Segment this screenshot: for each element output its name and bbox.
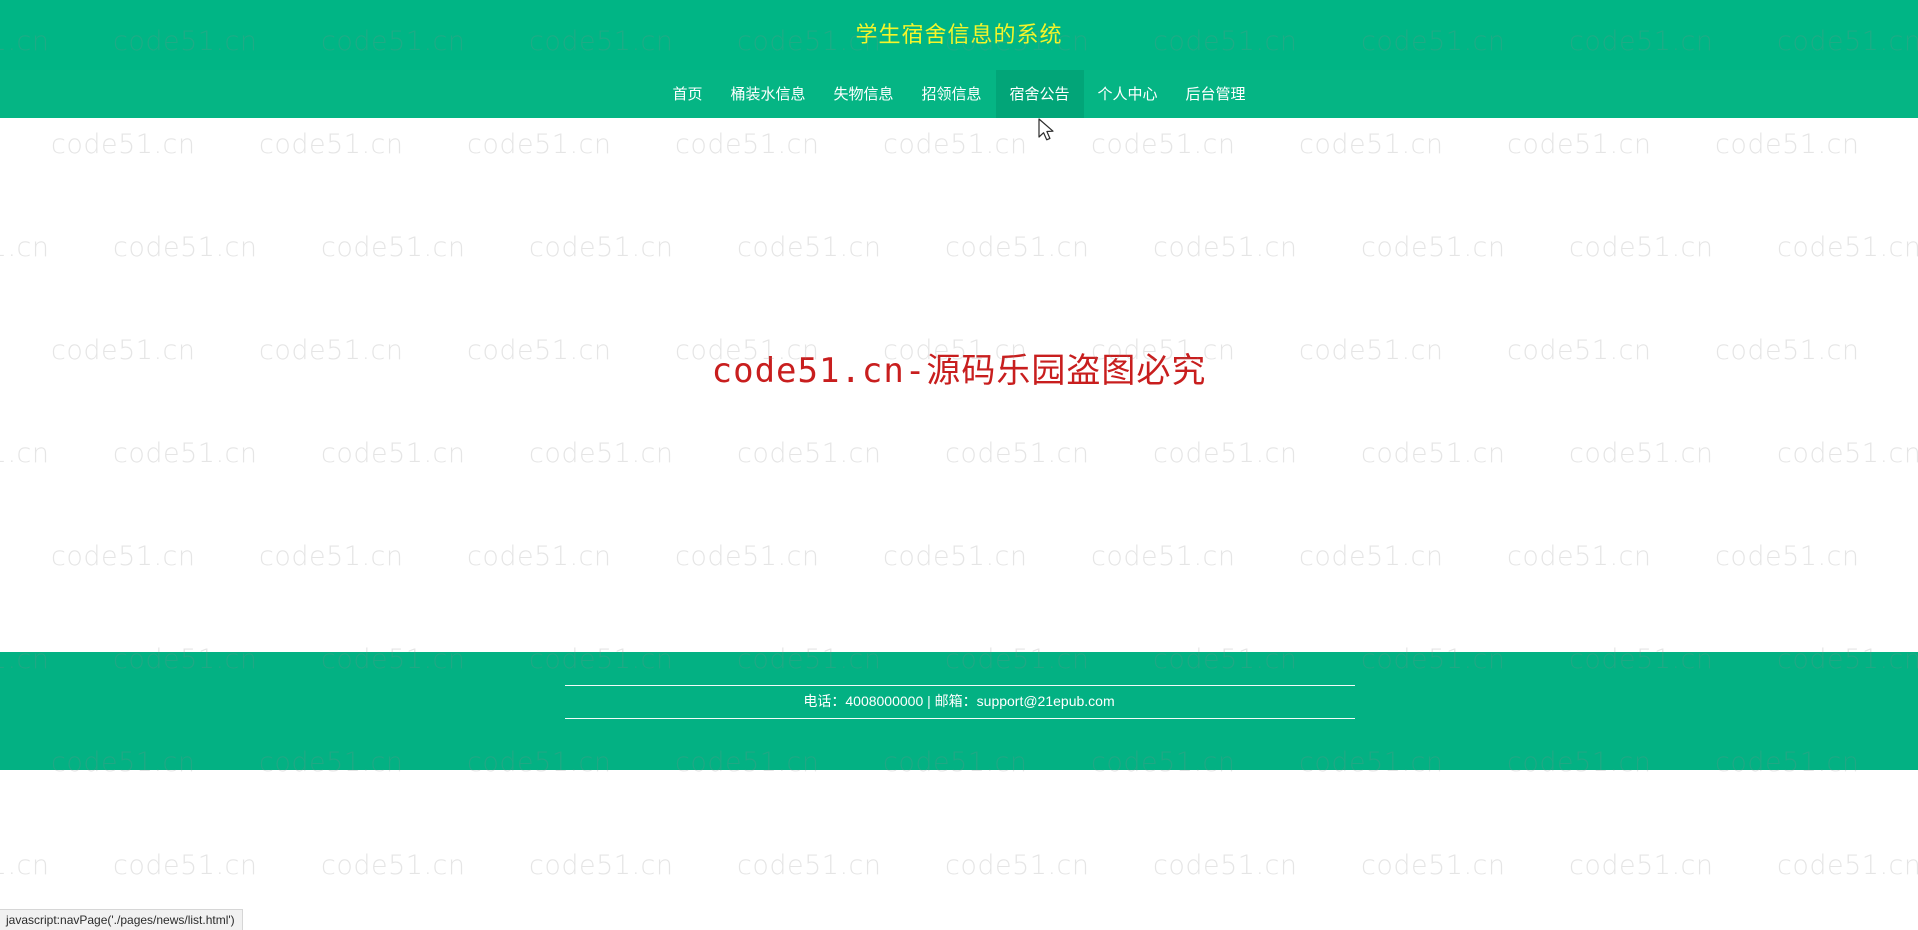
footer-divider-top [565, 685, 1355, 686]
nav-item-barreled-water[interactable]: 桶装水信息 [716, 70, 819, 118]
footer-contact-text: 电话：4008000000 | 邮箱：support@21epub.com [803, 693, 1115, 709]
page-title: 学生宿舍信息的系统 [855, 22, 1063, 47]
nav-list: 首页 桶装水信息 失物信息 招领信息 宿舍公告 个人中心 后台管理 [658, 70, 1259, 118]
browser-status-bar: javascript:navPage('./pages/news/list.ht… [0, 909, 243, 930]
main-navigation: 首页 桶装水信息 失物信息 招领信息 宿舍公告 个人中心 后台管理 [0, 70, 1918, 118]
nav-item-admin-backend[interactable]: 后台管理 [1172, 70, 1260, 118]
footer-divider-bottom [565, 718, 1355, 719]
site-footer: 电话：4008000000 | 邮箱：support@21epub.com [0, 652, 1918, 770]
nav-item-lost-items[interactable]: 失物信息 [819, 70, 907, 118]
copyright-stamp: code51.cn-源码乐园盗图必究 [711, 350, 1207, 391]
nav-item-home[interactable]: 首页 [658, 70, 716, 118]
page-root: 学生宿舍信息的系统 首页 桶装水信息 失物信息 招领信息 宿舍公告 个人中心 后… [0, 0, 1918, 930]
nav-item-dorm-announcements[interactable]: 宿舍公告 [995, 70, 1084, 118]
main-content-area: code51.cn-源码乐园盗图必究 [0, 118, 1918, 652]
main-content-inner: code51.cn-源码乐园盗图必究 [0, 118, 1918, 652]
site-header: 学生宿舍信息的系统 [0, 0, 1918, 70]
nav-item-personal-center[interactable]: 个人中心 [1084, 70, 1172, 118]
page-tail-whitespace [0, 770, 1918, 930]
nav-item-found-items[interactable]: 招领信息 [907, 70, 995, 118]
